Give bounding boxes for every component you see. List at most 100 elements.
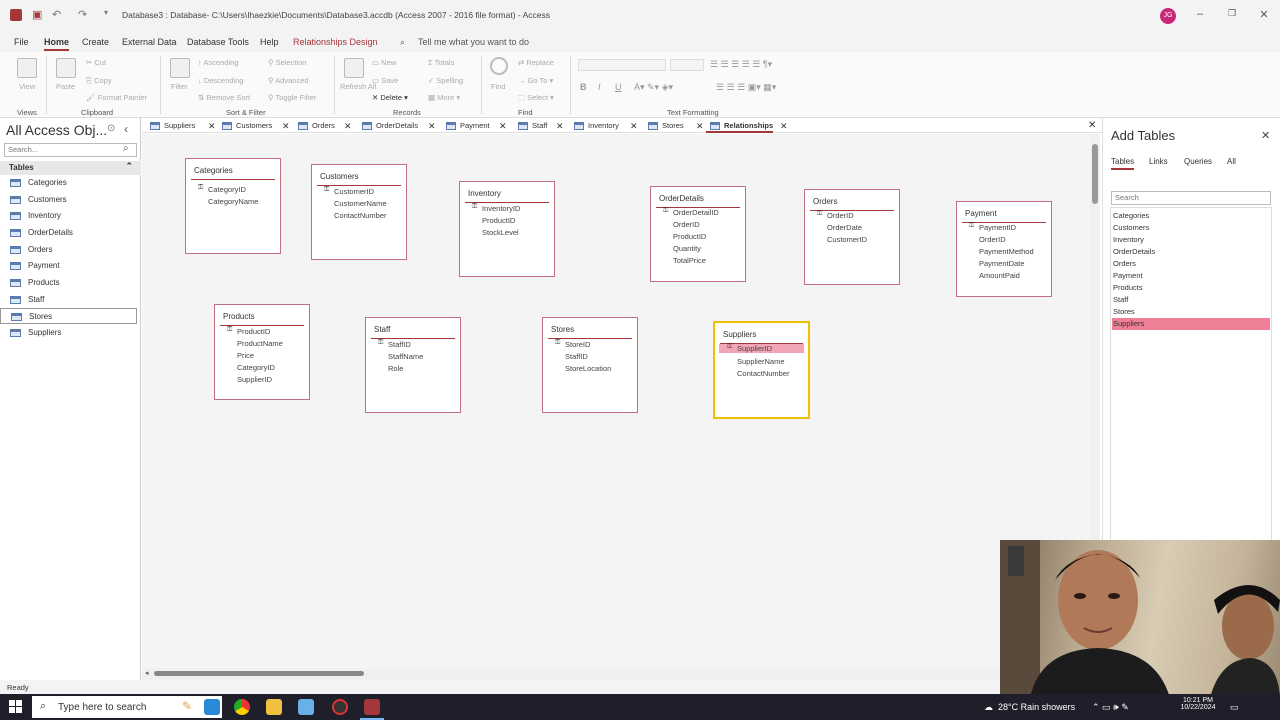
tab-help[interactable]: Help <box>260 37 279 47</box>
table-title[interactable]: Inventory <box>468 189 501 198</box>
nav-section-tables[interactable]: Tables ⌃ <box>0 161 141 175</box>
field[interactable]: StaffName <box>388 352 423 361</box>
paste-icon[interactable] <box>56 58 76 78</box>
replace-button[interactable]: ⇄ Replace <box>518 58 554 67</box>
close-tab-icon[interactable]: ✕ <box>780 119 788 133</box>
field[interactable]: ContactNumber <box>334 211 387 220</box>
spelling-button[interactable]: ✓ Spelling <box>428 76 463 85</box>
close-tab-icon[interactable]: ✕ <box>556 119 564 133</box>
nav-menu-icon[interactable]: ⊙ <box>107 123 115 134</box>
tab-payment[interactable]: Payment ✕ <box>442 119 507 133</box>
scroll-thumb[interactable] <box>154 671 364 676</box>
clock[interactable]: 10:21 PM 10/22/2024 <box>1176 697 1220 711</box>
font-name-select[interactable] <box>578 59 666 71</box>
file-explorer-icon[interactable] <box>266 699 282 715</box>
tab-staff[interactable]: Staff ✕ <box>514 119 564 133</box>
field[interactable]: ProductID <box>673 232 706 241</box>
close-pane-icon[interactable]: ✕ <box>1261 129 1270 142</box>
field-primary-key[interactable]: CustomerID <box>324 186 374 196</box>
nav-item-inventory[interactable]: Inventory <box>0 208 137 224</box>
tell-me-box[interactable]: Tell me what you want to do <box>418 37 529 47</box>
field[interactable]: TotalPrice <box>673 256 706 265</box>
close-document-icon[interactable]: ✕ <box>1088 120 1096 131</box>
nav-search-input[interactable]: Search... <box>4 143 137 157</box>
list-item[interactable]: Staff <box>1112 294 1270 306</box>
bold-icon[interactable]: B <box>580 82 587 92</box>
font-size-select[interactable] <box>670 59 704 71</box>
tab-stores[interactable]: Stores ✕ <box>644 119 704 133</box>
paste-button[interactable]: Paste <box>56 82 75 91</box>
nav-item-stores[interactable]: Stores <box>0 308 137 324</box>
cut-button[interactable]: ✂ Cut <box>86 58 106 67</box>
access-taskbar-icon[interactable] <box>364 699 380 715</box>
nav-title[interactable]: All Access Obj... <box>6 122 107 138</box>
list-item[interactable]: Orders <box>1112 258 1270 270</box>
table-box-payment[interactable]: Payment PaymentID OrderID PaymentMethod … <box>956 201 1052 297</box>
format-painter-button[interactable]: 🖌 Format Painter <box>86 93 147 102</box>
font-color-icon[interactable]: A▾ ✎▾ ◈▾ <box>634 82 673 93</box>
field-primary-key[interactable]: StaffID <box>378 339 411 349</box>
nav-item-orderdetails[interactable]: OrderDetails <box>0 225 137 241</box>
list-item[interactable]: Customers <box>1112 222 1270 234</box>
nav-item-staff[interactable]: Staff <box>0 292 137 308</box>
field[interactable]: SupplierID <box>237 375 272 384</box>
add-tab-all[interactable]: All <box>1227 157 1236 166</box>
field[interactable]: ProductID <box>482 216 515 225</box>
table-title[interactable]: Products <box>223 312 255 321</box>
field[interactable]: CategoryID <box>237 363 275 372</box>
list-icon[interactable]: ☰ ☰ ☰ ☰ ☰ ¶▾ <box>710 59 772 70</box>
totals-button[interactable]: Σ Totals <box>428 58 454 67</box>
table-title[interactable]: Orders <box>813 197 837 206</box>
field[interactable]: StockLevel <box>482 228 519 237</box>
scroll-left-icon[interactable]: ◂ <box>145 669 149 677</box>
find-icon[interactable] <box>490 57 508 75</box>
save-icon[interactable]: ▣ <box>32 8 42 21</box>
tab-home[interactable]: Home <box>44 37 70 51</box>
search-icon[interactable]: ⌕ <box>400 37 405 48</box>
table-box-orderdetails[interactable]: OrderDetails OrderDetailID OrderID Produ… <box>650 186 746 282</box>
nav-item-categories[interactable]: Categories <box>0 175 137 191</box>
search-icon[interactable]: ⌕ <box>123 143 129 154</box>
close-tab-icon[interactable]: ✕ <box>630 119 638 133</box>
tab-relationships[interactable]: Relationships ✕ <box>706 119 788 133</box>
taskbar-search[interactable]: ⌕ Type here to search ✎ <box>32 696 222 718</box>
table-box-suppliers[interactable]: Suppliers SupplierID SupplierName Contac… <box>713 321 810 419</box>
tab-relationships-design[interactable]: Relationships Design <box>293 37 378 47</box>
list-item[interactable]: Stores <box>1112 306 1270 318</box>
list-item[interactable]: Products <box>1112 282 1270 294</box>
avatar[interactable]: JG <box>1160 8 1176 24</box>
chrome-icon[interactable] <box>234 699 250 715</box>
new-record-button[interactable]: ▭ New <box>372 58 396 67</box>
field-primary-key[interactable]: StoreID <box>555 339 591 349</box>
tab-database-tools[interactable]: Database Tools <box>187 37 249 47</box>
close-tab-icon[interactable]: ✕ <box>344 119 352 133</box>
field-primary-key[interactable]: OrderDetailID <box>663 207 719 217</box>
view-icon[interactable] <box>17 58 37 78</box>
tab-orders[interactable]: Orders ✕ <box>294 119 352 133</box>
field[interactable]: OrderID <box>979 235 1006 244</box>
add-tab-links[interactable]: Links <box>1149 157 1168 166</box>
nav-item-orders[interactable]: Orders <box>0 242 137 258</box>
filter-icon[interactable] <box>170 58 190 78</box>
align-icon[interactable]: ☰ ☰ ☰ ▣▾ ▦▾ <box>716 82 776 93</box>
close-tab-icon[interactable]: ✕ <box>282 119 290 133</box>
field[interactable]: SupplierName <box>737 357 785 366</box>
close-tab-icon[interactable]: ✕ <box>499 119 507 133</box>
tray-icons[interactable]: ⌃ ▭ 🕪 ✎ <box>1092 702 1129 713</box>
table-title[interactable]: Categories <box>194 166 233 175</box>
select-button[interactable]: ⬚ Select ▾ <box>518 93 554 102</box>
close-tab-icon[interactable]: ✕ <box>696 119 704 133</box>
goto-button[interactable]: → Go To ▾ <box>518 76 553 85</box>
underline-icon[interactable]: U <box>615 82 622 92</box>
nav-item-products[interactable]: Products <box>0 275 137 291</box>
add-tables-search-input[interactable]: Search <box>1111 191 1271 205</box>
refresh-icon[interactable] <box>344 58 364 78</box>
close-tab-icon[interactable]: ✕ <box>208 119 216 133</box>
field[interactable]: AmountPaid <box>979 271 1020 280</box>
tab-inventory[interactable]: Inventory ✕ <box>570 119 638 133</box>
redo-icon[interactable]: ↷ <box>78 8 87 21</box>
tab-suppliers[interactable]: Suppliers ✕ <box>146 119 216 133</box>
table-box-orders[interactable]: Orders OrderID OrderDate CustomerID <box>804 189 900 285</box>
notifications-icon[interactable]: ▭ <box>1230 702 1239 713</box>
tab-orderdetails[interactable]: OrderDetails ✕ <box>358 119 436 133</box>
